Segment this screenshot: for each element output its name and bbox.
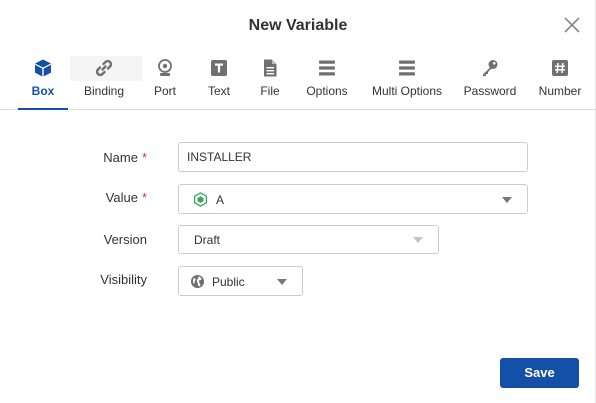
tab-port[interactable]: Port <box>145 56 185 109</box>
box-icon <box>193 192 208 207</box>
tab-text-label: Text <box>207 84 230 98</box>
options-icon <box>319 60 335 76</box>
dialog-title: New Variable <box>248 17 348 34</box>
tab-password-label: Password <box>463 84 517 98</box>
visibility-label-text: Visibility <box>100 272 147 287</box>
tab-number[interactable]: Number <box>535 56 585 109</box>
chevron-down-icon <box>413 237 423 243</box>
tab-box-label: Box <box>31 84 55 98</box>
tab-box[interactable]: Box <box>18 56 68 110</box>
version-select[interactable]: Draft <box>178 225 439 254</box>
tab-options-label: Options <box>306 84 348 98</box>
link-icon <box>95 59 113 77</box>
file-icon <box>264 59 277 77</box>
chevron-down-icon <box>502 197 512 203</box>
tab-password[interactable]: Password <box>462 56 518 109</box>
value-selected-text: A <box>216 193 225 207</box>
close-icon[interactable] <box>563 16 581 34</box>
tab-binding-label: Binding <box>83 84 125 98</box>
save-button[interactable]: Save <box>500 358 579 388</box>
multi-options-icon <box>399 60 415 76</box>
value-label-text: Value <box>105 190 138 205</box>
tab-binding[interactable]: Binding <box>78 56 130 109</box>
visibility-select[interactable]: Public <box>178 266 303 296</box>
port-icon <box>158 59 172 76</box>
new-variable-dialog: New Variable Box Binding Port Text File … <box>0 0 596 403</box>
key-icon <box>483 60 498 76</box>
variable-type-tabs: Box Binding Port Text File Options Multi… <box>0 56 596 110</box>
chevron-down-icon <box>277 279 287 285</box>
tab-file-label: File <box>260 84 280 98</box>
cube-icon <box>35 59 51 77</box>
tab-options[interactable]: Options <box>303 56 351 109</box>
value-label: Value * <box>0 190 147 205</box>
tab-multi-options-label: Multi Options <box>371 84 443 98</box>
hash-icon <box>552 60 568 76</box>
visibility-selected-text: Public <box>212 275 245 289</box>
visibility-label: Visibility <box>0 272 147 287</box>
tab-text[interactable]: Text <box>200 56 238 109</box>
text-icon <box>211 60 227 76</box>
version-label: Version <box>0 232 147 247</box>
required-marker: * <box>141 150 147 165</box>
value-select[interactable]: A <box>178 184 528 214</box>
tab-port-label: Port <box>153 84 176 98</box>
name-field[interactable] <box>178 142 528 172</box>
version-selected-text: Draft <box>194 233 221 247</box>
tab-number-label: Number <box>538 84 582 98</box>
name-input[interactable] <box>179 143 527 171</box>
active-tab-indicator <box>18 108 68 110</box>
tab-multi-options[interactable]: Multi Options <box>367 56 447 109</box>
globe-icon <box>190 274 205 289</box>
name-label: Name * <box>0 150 147 165</box>
required-marker: * <box>141 190 147 205</box>
version-label-text: Version <box>103 232 147 247</box>
name-label-text: Name <box>103 150 138 165</box>
tab-file[interactable]: File <box>253 56 287 109</box>
